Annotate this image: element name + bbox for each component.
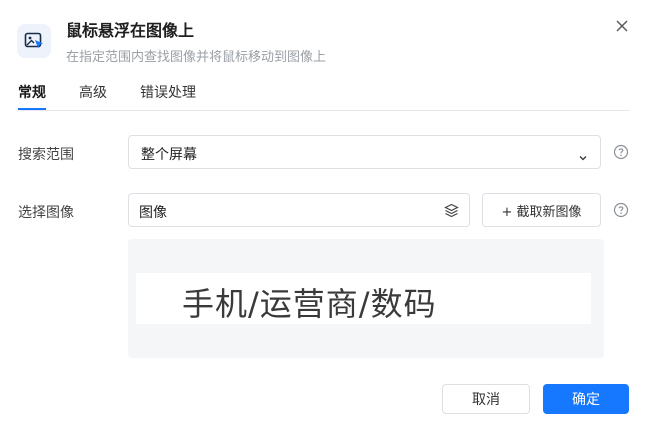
chevron-down-icon <box>578 148 588 167</box>
image-input-value: 图像 <box>139 205 167 221</box>
image-cursor-icon <box>17 24 51 58</box>
tab-advanced[interactable]: 高级 <box>79 84 107 110</box>
preview-text: 手机/运营商/数码 <box>182 285 437 323</box>
ok-button[interactable]: 确定 <box>543 384 629 414</box>
search-scope-select[interactable]: 整个屏幕 <box>128 135 601 169</box>
close-icon[interactable] <box>610 14 634 38</box>
preview-image: 手机/运营商/数码 <box>136 273 591 324</box>
search-scope-label: 搜索范围 <box>18 147 74 163</box>
tab-error-handling[interactable]: 错误处理 <box>140 84 196 110</box>
tab-general[interactable]: 常规 <box>18 84 46 110</box>
image-preview: 手机/运营商/数码 <box>128 239 604 358</box>
capture-new-image-button[interactable]: + 截取新图像 <box>482 193 601 227</box>
search-scope-value: 整个屏幕 <box>141 147 197 163</box>
tab-divider <box>18 110 630 111</box>
help-icon[interactable] <box>613 202 629 218</box>
image-input[interactable]: 图像 <box>128 193 470 227</box>
dialog-subtitle: 在指定范围内查找图像并将鼠标移动到图像上 <box>66 50 327 65</box>
tab-bar: 常规 高级 错误处理 <box>18 84 229 110</box>
help-icon[interactable] <box>613 144 629 160</box>
layers-icon[interactable] <box>444 203 459 222</box>
select-image-label: 选择图像 <box>18 205 74 221</box>
cancel-button[interactable]: 取消 <box>442 384 530 414</box>
dialog-title: 鼠标悬浮在图像上 <box>66 21 195 40</box>
